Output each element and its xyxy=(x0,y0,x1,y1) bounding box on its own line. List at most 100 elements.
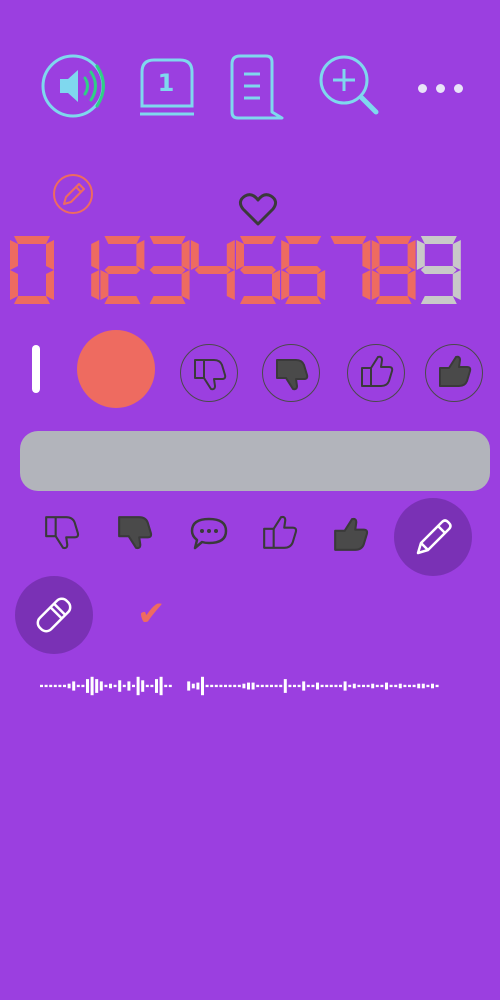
waveform-bar xyxy=(132,684,135,688)
waveform-bar xyxy=(113,684,117,688)
thumbs-up-outline-button[interactable] xyxy=(347,344,405,402)
waveform-bar xyxy=(334,684,338,688)
segment xyxy=(226,240,235,270)
tab-count-label: 1 xyxy=(157,69,175,97)
waveform-bar xyxy=(366,684,370,688)
segment xyxy=(285,266,322,274)
segment xyxy=(91,240,100,270)
thumbs-up-filled-button[interactable] xyxy=(425,344,483,402)
waveform-bar xyxy=(40,684,43,688)
segment xyxy=(14,236,50,244)
waveform-bar xyxy=(44,684,48,688)
segment xyxy=(420,296,457,304)
segment xyxy=(46,270,54,300)
waveform-bar xyxy=(224,684,227,688)
thumbs-down-filled-button[interactable] xyxy=(262,344,320,402)
waveform-bar xyxy=(260,684,264,688)
thumbs-down-outline-button[interactable] xyxy=(180,344,238,402)
thumbs-up-filled-icon xyxy=(439,355,472,387)
pencil-icon xyxy=(416,519,452,555)
waveform-bar xyxy=(233,684,237,688)
waveform-bar xyxy=(214,684,218,688)
waveform-bar xyxy=(72,681,76,691)
eraser-fab-button[interactable] xyxy=(15,576,93,654)
segment xyxy=(375,266,412,274)
waveform[interactable] xyxy=(40,672,446,700)
thumbs-up-filled-icon[interactable] xyxy=(332,516,370,554)
waveform-bar xyxy=(421,683,425,689)
segment xyxy=(136,240,145,270)
waveform-bar xyxy=(408,684,411,688)
waveform-bar xyxy=(362,684,365,688)
waveform-bar xyxy=(49,684,53,688)
segment xyxy=(416,240,425,270)
waveform-bar xyxy=(53,684,57,688)
waveform-bar xyxy=(302,681,306,691)
waveform-bar xyxy=(380,684,384,688)
segment xyxy=(407,240,416,270)
record-button[interactable] xyxy=(77,330,155,408)
thumbs-down-outline-icon[interactable] xyxy=(43,513,81,551)
waveform-bar xyxy=(237,684,241,688)
pencil-circle-icon[interactable] xyxy=(53,174,93,214)
waveform-bar xyxy=(205,684,209,688)
speaker-icon[interactable] xyxy=(41,54,108,121)
segment xyxy=(190,240,199,270)
waveform-bar xyxy=(150,684,154,688)
waveform-bar xyxy=(187,681,191,691)
dot xyxy=(436,83,445,93)
text-input-bar[interactable] xyxy=(20,431,490,491)
waveform-bar xyxy=(63,684,66,688)
waveform-bar xyxy=(141,680,145,692)
waveform-bar xyxy=(201,676,204,696)
waveform-bar xyxy=(394,684,398,688)
waveform-bar xyxy=(122,684,126,688)
waveform-bar xyxy=(256,684,260,688)
segment xyxy=(149,266,186,274)
waveform-bar xyxy=(127,681,131,691)
segment xyxy=(362,270,371,300)
segment xyxy=(236,240,244,270)
waveform-bar xyxy=(228,684,232,688)
waveform-bar xyxy=(159,676,163,696)
digit-2 xyxy=(100,236,145,304)
segment xyxy=(371,270,380,300)
thumbs-up-outline-icon[interactable] xyxy=(261,514,299,552)
waveform-bar xyxy=(242,683,246,689)
edit-fab-button[interactable] xyxy=(394,498,472,576)
waveform-bar xyxy=(104,684,108,688)
waveform-bar xyxy=(320,684,324,688)
waveform-bar xyxy=(251,682,255,690)
segment xyxy=(104,266,141,274)
waveform-bar xyxy=(375,684,379,688)
document-icon[interactable] xyxy=(230,54,288,122)
segment xyxy=(91,270,100,300)
waveform-bar xyxy=(210,684,214,688)
waveform-bar xyxy=(412,684,416,688)
more-icon[interactable] xyxy=(418,82,466,94)
waveform-bar xyxy=(196,682,200,690)
segment xyxy=(181,240,190,270)
segment xyxy=(240,236,276,244)
zoom-in-icon[interactable] xyxy=(318,54,382,118)
waveform-bar xyxy=(426,684,430,688)
waveform-bar xyxy=(279,684,283,688)
chat-icon[interactable] xyxy=(190,517,228,551)
waveform-bar xyxy=(352,683,356,689)
dot xyxy=(454,83,463,93)
heart-icon[interactable] xyxy=(238,193,278,227)
waveform-bar xyxy=(155,679,158,693)
waveform-bar xyxy=(164,684,168,688)
segment xyxy=(285,296,322,304)
thumbs-down-filled-icon[interactable] xyxy=(116,513,154,551)
slider-handle[interactable] xyxy=(32,345,40,393)
waveform-bar xyxy=(385,682,388,690)
segment xyxy=(10,240,18,270)
waveform-bar xyxy=(311,684,315,688)
segment xyxy=(240,296,276,304)
waveform-bar xyxy=(431,683,434,689)
waveform-bar xyxy=(339,684,342,688)
segment xyxy=(14,296,50,304)
segment xyxy=(375,296,412,304)
segment xyxy=(420,236,457,244)
